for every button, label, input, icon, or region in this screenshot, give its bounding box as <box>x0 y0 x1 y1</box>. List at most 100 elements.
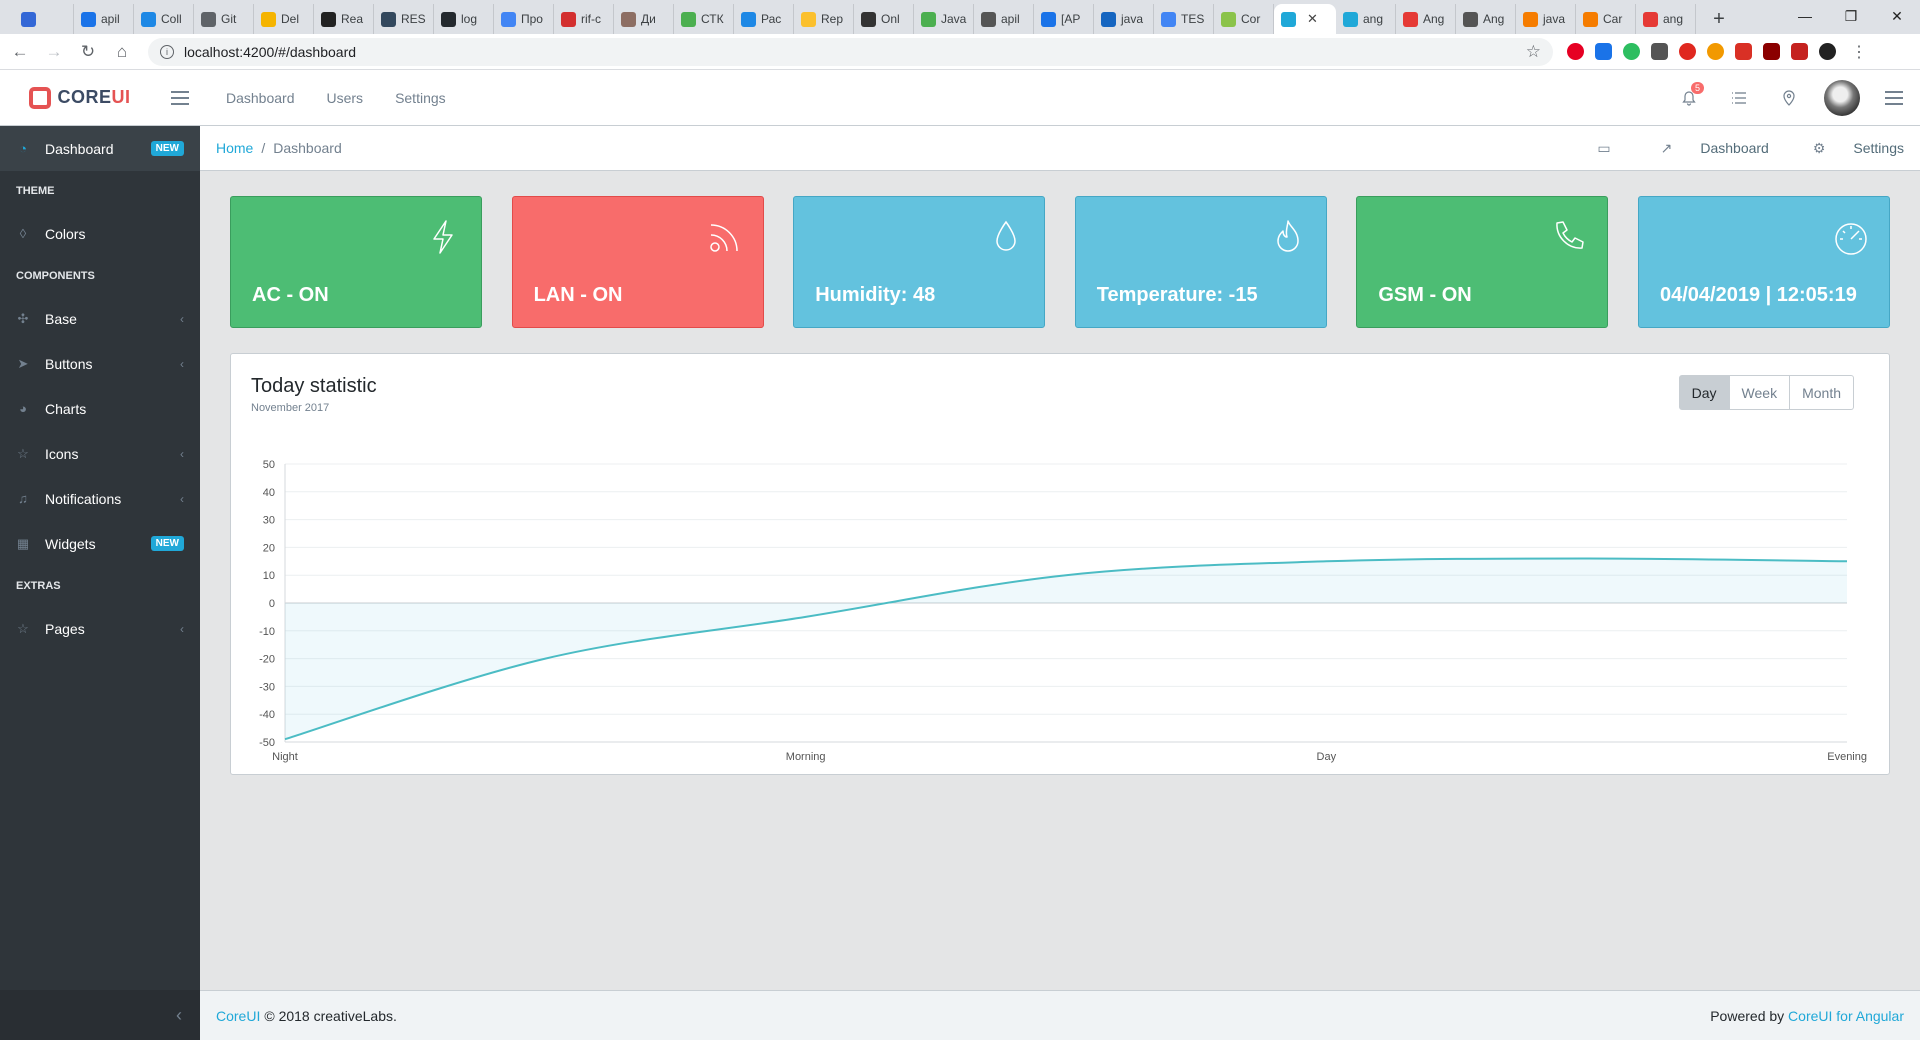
chevron-left-icon: ‹ <box>180 356 184 371</box>
widget-value: LAN - ON <box>533 284 623 306</box>
footer-brand-link[interactable]: CoreUI <box>216 1008 260 1024</box>
list-icon[interactable] <box>1714 78 1764 118</box>
browser-tab[interactable]: RES <box>374 4 434 34</box>
breadcrumb-home-link[interactable]: Home <box>216 140 253 156</box>
browser-tab[interactable]: ang <box>1636 4 1696 34</box>
period-week-button[interactable]: Week <box>1729 375 1791 410</box>
browser-tab[interactable]: java <box>1094 4 1154 34</box>
extension-icon[interactable] <box>1651 43 1668 60</box>
statistic-line-chart: 50 40 30 20 10 0 -10 -20 -30 -40 -50 Night Morning Da… <box>259 459 1867 763</box>
extension-icon[interactable] <box>1819 43 1836 60</box>
tab-title: Ang <box>1423 12 1445 26</box>
browser-tab[interactable]: Git <box>194 4 254 34</box>
back-icon[interactable]: ← <box>6 38 34 66</box>
sidebar-minimizer-button[interactable]: ‹ <box>0 990 200 1040</box>
breadcrumb-menu-settings[interactable]: ⚙ Settings <box>1791 140 1904 157</box>
period-month-button[interactable]: Month <box>1790 375 1854 410</box>
browser-tab[interactable]: Coll <box>134 4 194 34</box>
browser-tab[interactable]: Del <box>254 4 314 34</box>
widget-value: Humidity: 48 <box>815 284 936 306</box>
evernote-extension-icon[interactable] <box>1623 43 1640 60</box>
sidebar-item-colors[interactable]: ◊ Colors <box>0 211 200 256</box>
footer-copyright: © 2018 creativeLabs. <box>264 1007 397 1024</box>
browser-tab[interactable]: ang <box>1336 4 1396 34</box>
extension-icon[interactable] <box>1707 43 1724 60</box>
browser-tab[interactable]: Cor <box>1214 4 1274 34</box>
sidebar-toggler[interactable] <box>160 78 200 118</box>
aside-menu-toggler[interactable] <box>1874 78 1914 118</box>
sidebar-item-icons[interactable]: ☆ Icons ‹ <box>0 431 200 476</box>
browser-tab[interactable]: Rep <box>794 4 854 34</box>
period-day-button[interactable]: Day <box>1678 375 1730 410</box>
pdf-extension-icon[interactable] <box>1735 43 1752 60</box>
reload-icon[interactable]: ↻ <box>74 38 102 66</box>
adblock-extension-icon[interactable] <box>1679 43 1696 60</box>
maximize-button[interactable]: ❐ <box>1828 0 1874 32</box>
browser-tab[interactable]: TES <box>1154 4 1214 34</box>
pinterest-extension-icon[interactable] <box>1567 43 1584 60</box>
browser-tab[interactable]: Car <box>1576 4 1636 34</box>
browser-tab[interactable]: Onl <box>854 4 914 34</box>
sidebar-item-notifications[interactable]: ♫ Notifications ‹ <box>0 476 200 521</box>
footer-powered-link[interactable]: CoreUI for Angular <box>1788 1008 1904 1024</box>
header-nav-dashboard[interactable]: Dashboard <box>210 90 311 106</box>
extension-icon[interactable] <box>1763 43 1780 60</box>
browser-tab[interactable]: Рас <box>734 4 794 34</box>
chevron-left-icon: ‹ <box>180 446 184 461</box>
tab-list: apil Coll Git Del Rea RES log Про rif-c Ди СТК Рас R… <box>14 4 1696 34</box>
browser-tab[interactable]: Ди <box>614 4 674 34</box>
site-info-icon[interactable]: i <box>160 44 174 59</box>
tab-favicon-icon <box>1343 11 1358 27</box>
user-avatar[interactable] <box>1824 79 1860 116</box>
sidebar-item-dashboard[interactable]: ◔ Dashboard NEW <box>0 126 200 171</box>
breadcrumb-menu-dashboard[interactable]: ↗ Dashboard <box>1639 140 1769 157</box>
header-nav-settings[interactable]: Settings <box>379 90 462 106</box>
tab-title: Ди <box>641 12 656 26</box>
browser-tab[interactable]: Rea <box>314 4 374 34</box>
sidebar-item-buttons[interactable]: ➤ Buttons ‹ <box>0 341 200 386</box>
address-bar[interactable]: i localhost:4200/#/dashboard ☆ <box>148 37 1553 66</box>
sidebar-item-pages[interactable]: ☆ Pages ‹ <box>0 606 200 651</box>
forward-icon[interactable]: → <box>40 38 68 66</box>
sidebar-item-base[interactable]: ✣ Base ‹ <box>0 296 200 341</box>
location-pin-icon[interactable] <box>1764 78 1814 118</box>
tab-title: Rea <box>341 12 364 26</box>
browser-tab[interactable]: [AP <box>1034 4 1094 34</box>
browser-tab[interactable]: СТК <box>674 4 734 34</box>
minimize-button[interactable]: — <box>1782 0 1828 32</box>
home-icon[interactable]: ⌂ <box>108 38 136 66</box>
tab-favicon-icon <box>81 11 96 27</box>
bookmark-star-icon[interactable]: ☆ <box>1526 42 1541 62</box>
sidebar-item-widgets[interactable]: ▦ Widgets NEW <box>0 521 200 566</box>
browser-tab[interactable]: Про <box>494 4 554 34</box>
browser-menu-icon[interactable]: ⋮ <box>1851 42 1867 62</box>
browser-tab[interactable]: java <box>1516 4 1576 34</box>
new-tab-button[interactable]: + <box>1704 4 1734 34</box>
browser-tab[interactable]: apil <box>974 4 1034 34</box>
close-tab-icon[interactable]: ✕ <box>1307 11 1318 27</box>
browser-tab[interactable]: rif-c <box>554 4 614 34</box>
browser-tab[interactable] <box>14 4 74 34</box>
extension-icon[interactable] <box>1791 43 1808 60</box>
sidebar-item-charts[interactable]: ◕ Charts <box>0 386 200 431</box>
brand-logo[interactable]: COREUI <box>0 86 160 109</box>
y-tick-label: -50 <box>259 737 275 749</box>
header-nav-users[interactable]: Users <box>311 90 380 106</box>
tab-favicon-icon <box>1463 11 1478 27</box>
speech-icon[interactable]: ▭ <box>1575 140 1616 157</box>
cursor-icon: ➤ <box>17 355 29 371</box>
gear-icon: ⚙ <box>1812 139 1826 156</box>
fire-icon <box>1277 220 1299 252</box>
browser-tab[interactable]: apil <box>74 4 134 34</box>
close-window-button[interactable]: ✕ <box>1874 0 1920 32</box>
browser-tab[interactable]: Ang <box>1456 4 1516 34</box>
star-icon: ☆ <box>17 445 29 461</box>
app-footer: CoreUI © 2018 creativeLabs. Powered by C… <box>200 990 1920 1040</box>
tab-title: [AP <box>1061 12 1081 26</box>
browser-tab[interactable]: Ang <box>1396 4 1456 34</box>
iq-extension-icon[interactable] <box>1595 43 1612 60</box>
browser-tab[interactable]: Java <box>914 4 974 34</box>
browser-tab[interactable]: ✕ <box>1274 4 1336 34</box>
bell-icon[interactable]: 5 <box>1664 78 1714 118</box>
browser-tab[interactable]: log <box>434 4 494 34</box>
